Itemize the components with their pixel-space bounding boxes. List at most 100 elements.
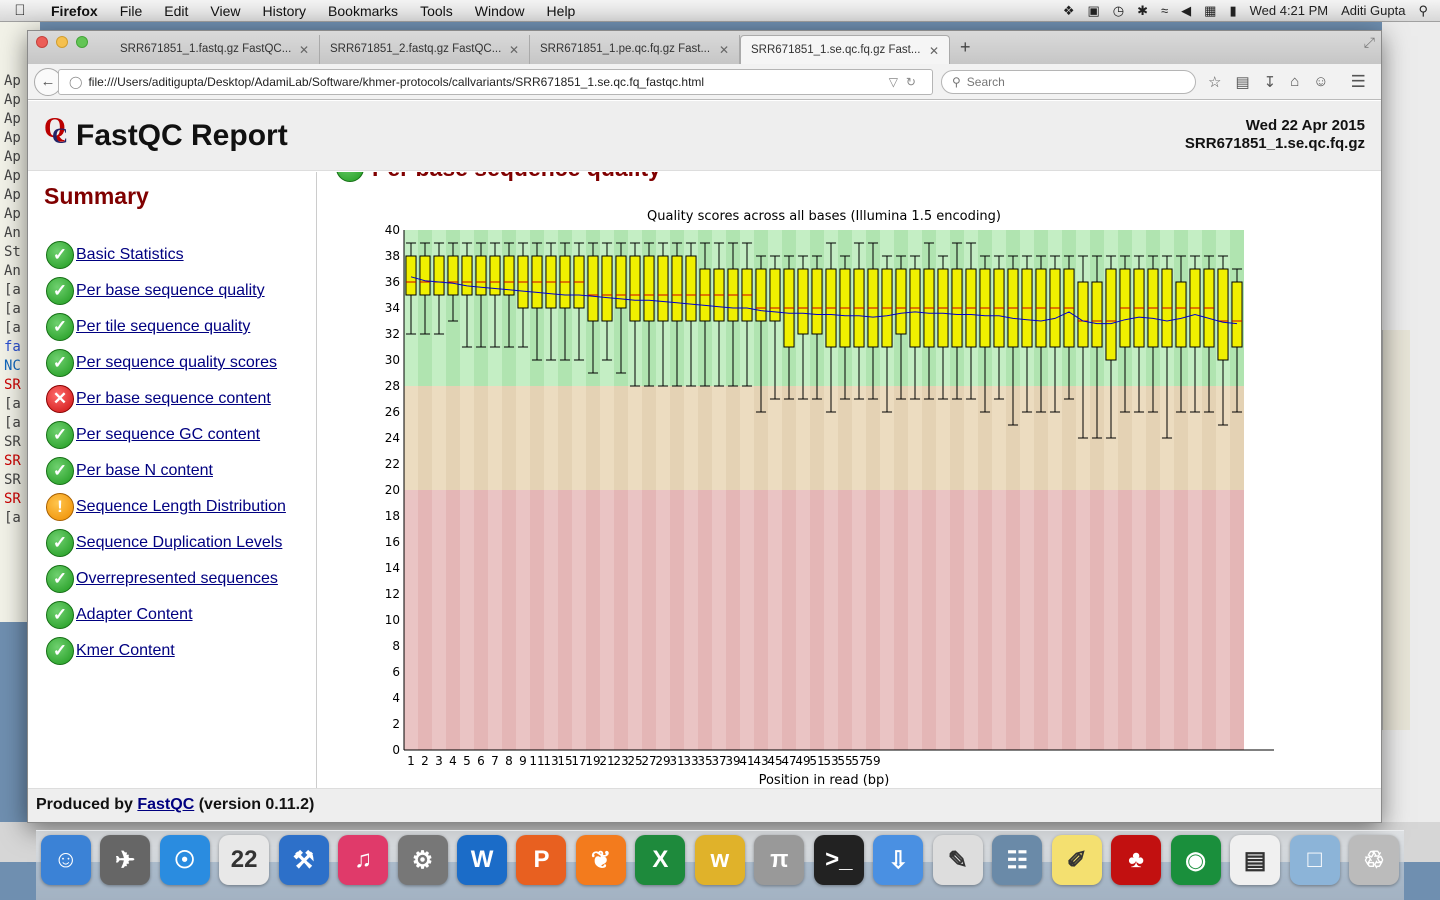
module-link[interactable]: Per base sequence content: [76, 390, 271, 408]
dock-documents-icon[interactable]: ▤: [1230, 835, 1281, 885]
mac-menubar:  Firefox File Edit View History Bookmar…: [0, 0, 1440, 22]
menubar-user[interactable]: Aditi Gupta: [1341, 3, 1405, 18]
new-tab-button[interactable]: +: [950, 37, 981, 64]
battery-icon[interactable]: ▮: [1229, 3, 1236, 19]
quality-box: [433, 255, 445, 296]
zone-band-reasonable: [782, 386, 796, 490]
menu-hamburger-icon[interactable]: ☰: [1351, 72, 1366, 92]
dock-powerpoint-icon[interactable]: P: [516, 835, 567, 885]
dock-chrome-icon[interactable]: ◉: [1170, 835, 1221, 885]
x-tick-label: 13: [543, 754, 558, 768]
menu-history[interactable]: History: [251, 3, 317, 19]
module-link[interactable]: Sequence Duplication Levels: [76, 534, 282, 552]
x-tick-label: 9: [519, 754, 527, 768]
menu-help[interactable]: Help: [536, 3, 587, 19]
search-input[interactable]: ⚲ Search: [941, 69, 1196, 94]
menu-file[interactable]: File: [109, 3, 154, 19]
tab-close-icon[interactable]: ✕: [509, 43, 519, 64]
tab-close-icon[interactable]: ✕: [299, 43, 309, 64]
browser-tab-2[interactable]: SRR671851_2.fastq.gz FastQC... ✕: [320, 35, 530, 64]
browser-tab-3[interactable]: SRR671851_1.pe.qc.fq.gz Fast... ✕: [530, 35, 740, 64]
x-tick-label: 43: [753, 754, 768, 768]
dock-calendar-icon[interactable]: 22: [219, 835, 270, 885]
reload-icon[interactable]: ▽↻: [889, 75, 924, 89]
module-link[interactable]: Per base N content: [76, 462, 213, 480]
bluetooth-icon[interactable]: ✱: [1137, 3, 1148, 19]
time-machine-icon[interactable]: ◷: [1113, 3, 1124, 19]
dock-xcode-icon[interactable]: ⚒: [278, 835, 329, 885]
module-link[interactable]: Per sequence GC content: [76, 426, 260, 444]
module-link[interactable]: Overrepresented sequences: [76, 570, 278, 588]
zone-band-reasonable: [460, 386, 474, 490]
browser-tab-1[interactable]: SRR671851_1.fastq.gz FastQC... ✕: [110, 35, 320, 64]
fullscreen-icon[interactable]: ⤢: [1364, 34, 1375, 51]
dock-acrobat-icon[interactable]: ♣: [1111, 835, 1162, 885]
fastqc-link[interactable]: FastQC: [137, 796, 194, 813]
quality-box: [447, 255, 459, 296]
dock-latexit-icon[interactable]: π: [754, 835, 805, 885]
app-menu-firefox[interactable]: Firefox: [40, 3, 109, 19]
menu-edit[interactable]: Edit: [153, 3, 199, 19]
spotlight-icon[interactable]: ⚲: [1418, 3, 1428, 19]
url-bar[interactable]: ◯ file:///Users/aditigupta/Desktop/Adami…: [58, 68, 933, 95]
dock-finder-icon[interactable]: ☺: [40, 835, 91, 885]
zone-band-poor: [698, 490, 712, 750]
wifi-icon[interactable]: ≈: [1161, 3, 1168, 18]
display-icon[interactable]: ▣: [1087, 3, 1099, 19]
quality-box: [895, 268, 907, 335]
bookmark-star-icon[interactable]: ☆: [1208, 73, 1221, 91]
tab-label: SRR671851_1.se.qc.fq.gz Fast...: [751, 44, 921, 56]
menu-view[interactable]: View: [199, 3, 251, 19]
menu-bookmarks[interactable]: Bookmarks: [317, 3, 409, 19]
module-link[interactable]: Per base sequence quality: [76, 282, 265, 300]
module-link[interactable]: Basic Statistics: [76, 246, 184, 264]
dock-safari-icon[interactable]: ☉: [159, 835, 210, 885]
dock-itunes-icon[interactable]: ♫: [338, 835, 389, 885]
dock-downloads-icon[interactable]: □: [1289, 835, 1340, 885]
dock-network-utility-icon[interactable]: ☷: [992, 835, 1043, 885]
zone-band-poor: [1160, 490, 1174, 750]
dock-texworks-icon[interactable]: w: [694, 835, 745, 885]
url-text[interactable]: file:///Users/aditigupta/Desktop/AdamiLa…: [88, 75, 888, 89]
dock-launchpad-icon[interactable]: ✈: [100, 835, 151, 885]
zone-band-poor: [418, 490, 432, 750]
module-link[interactable]: Per tile sequence quality: [76, 318, 250, 336]
dock-word-icon[interactable]: W: [457, 835, 508, 885]
dropbox-icon[interactable]: ❖: [1063, 3, 1075, 19]
dock-terminal-icon[interactable]: >_: [813, 835, 864, 885]
home-icon[interactable]: ⌂: [1290, 73, 1299, 91]
dock-software-update-icon[interactable]: ⇩: [873, 835, 924, 885]
menu-window[interactable]: Window: [464, 3, 536, 19]
dock-trash-icon[interactable]: ♲: [1349, 835, 1400, 885]
dock-preview-icon[interactable]: ✎: [932, 835, 983, 885]
zone-band-reasonable: [1062, 386, 1076, 490]
window-zoom-button[interactable]: [76, 36, 88, 48]
module-link[interactable]: Adapter Content: [76, 606, 193, 624]
y-tick-label: 20: [385, 483, 400, 497]
apple-menu-icon[interactable]: : [0, 2, 40, 19]
module-link[interactable]: Sequence Length Distribution: [76, 498, 286, 516]
dock-firefox-icon[interactable]: ❦: [575, 835, 626, 885]
dock-system-preferences-icon[interactable]: ⚙: [397, 835, 448, 885]
chat-icon[interactable]: ☺: [1313, 73, 1328, 91]
window-close-button[interactable]: [36, 36, 48, 48]
module-link[interactable]: Per sequence quality scores: [76, 354, 277, 372]
tab-close-icon[interactable]: ✕: [929, 44, 939, 64]
reading-list-icon[interactable]: ▤: [1235, 73, 1249, 91]
menu-tools[interactable]: Tools: [409, 3, 464, 19]
zone-band-poor: [992, 490, 1006, 750]
volume-icon[interactable]: ◀: [1181, 3, 1191, 19]
quality-box: [671, 255, 683, 322]
module-link[interactable]: Kmer Content: [76, 642, 175, 660]
dock-citeulike-icon[interactable]: ✐: [1051, 835, 1102, 885]
window-minimize-button[interactable]: [56, 36, 68, 48]
zone-band-poor: [880, 490, 894, 750]
tab-close-icon[interactable]: ✕: [719, 43, 729, 64]
dock-excel-icon[interactable]: X: [635, 835, 686, 885]
zone-band-reasonable: [432, 386, 446, 490]
input-source-icon[interactable]: ▦: [1204, 3, 1216, 19]
menubar-clock[interactable]: Wed 4:21 PM: [1250, 3, 1329, 18]
downloads-icon[interactable]: ↧: [1264, 73, 1277, 91]
browser-tab-4-active[interactable]: SRR671851_1.se.qc.fq.gz Fast... ✕: [740, 35, 950, 64]
x-tick-label: 51: [809, 754, 824, 768]
